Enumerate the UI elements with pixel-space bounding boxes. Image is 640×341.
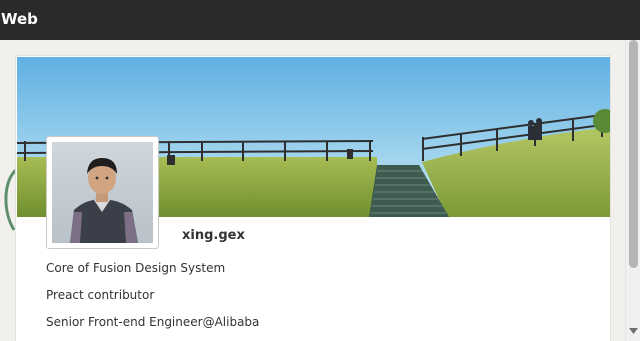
profile-username: xing.gex bbox=[182, 228, 245, 243]
vertical-scrollbar[interactable] bbox=[625, 40, 640, 341]
avatar-photo bbox=[52, 142, 153, 243]
bio-line-2: Preact contributor bbox=[46, 288, 155, 302]
scroll-down-icon[interactable] bbox=[626, 323, 640, 338]
avatar[interactable] bbox=[46, 136, 159, 249]
bio-line-3: Senior Front-end Engineer@Alibaba bbox=[46, 315, 260, 329]
window-title-bar: Web bbox=[0, 0, 640, 40]
bio-line-1: Core of Fusion Design System bbox=[46, 261, 226, 275]
window-title: Web bbox=[1, 10, 38, 28]
scrollbar-thumb[interactable] bbox=[629, 40, 638, 268]
profile-card: xing.gex Core of Fusion Design System Pr… bbox=[15, 55, 611, 341]
